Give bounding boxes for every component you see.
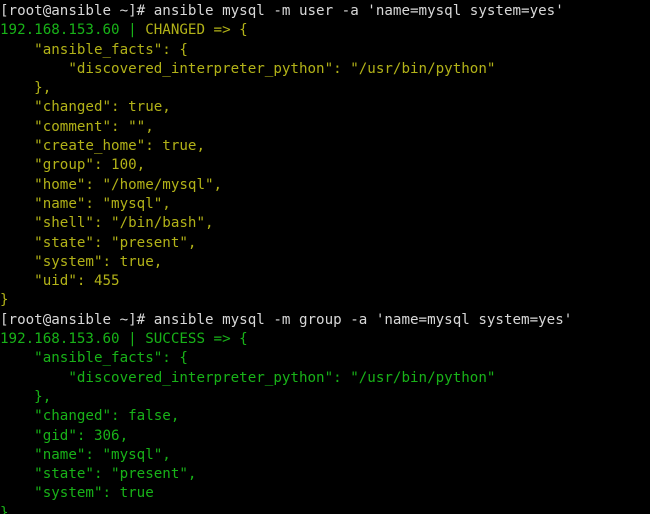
json-output-text: }, [0,80,52,97]
shell-prompt: [root@ansible ~]# [0,3,154,19]
terminal-json-line: "shell": "/bin/bash", [0,214,650,233]
host-address: 192.168.153.60 [0,22,120,39]
task-status-badge: CHANGED [145,22,206,39]
json-output-text: "ansible_facts": { [0,41,188,58]
terminal-host-status-line: 192.168.153.60 | CHANGED => { [0,21,650,40]
json-output-text: "state": "present", [0,234,197,251]
json-output-text: } [0,504,9,514]
json-output-text: "group": 100, [0,157,146,174]
host-address: 192.168.153.60 [0,331,120,348]
json-output-text: "changed": true, [0,99,171,116]
terminal-json-line: "ansible_facts": { [0,349,650,368]
terminal-json-line: "system": true [0,484,650,503]
json-output-text: "discovered_interpreter_python": "/usr/b… [0,369,496,386]
terminal-command-line: [root@ansible ~]# ansible mysql -m user … [0,2,650,21]
json-output-text: "create_home": true, [0,138,205,155]
terminal-json-line: "gid": 306, [0,427,650,446]
host-status-separator: | [119,22,146,39]
json-output-text: "home": "/home/mysql", [0,176,223,193]
terminal-json-line: "comment": "", [0,118,650,137]
json-output-text: } [0,292,9,309]
json-output-text: }, [0,388,52,405]
json-output-text: "comment": "", [0,118,154,135]
terminal-json-line: }, [0,388,650,407]
terminal-screen-buffer[interactable]: [root@ansible ~]# ansible mysql -m user … [0,2,650,514]
terminal-json-line: "changed": true, [0,98,650,117]
json-output-text: "shell": "/bin/bash", [0,215,214,232]
terminal-json-line: "discovered_interpreter_python": "/usr/b… [0,369,650,388]
terminal-command-line: [root@ansible ~]# ansible mysql -m group… [0,311,650,330]
terminal-json-line: "system": true, [0,253,650,272]
shell-command-text[interactable]: ansible mysql -m user -a 'name=mysql sys… [154,3,564,19]
terminal-json-line: "uid": 455 [0,272,650,291]
terminal-json-line: }, [0,79,650,98]
host-status-separator: | [119,331,146,348]
terminal-json-line: "group": 100, [0,156,650,175]
terminal-json-line: "changed": false, [0,407,650,426]
json-open-brace: => { [205,22,248,39]
json-output-text: "name": "mysql", [0,195,171,212]
json-output-text: "gid": 306, [0,427,129,444]
terminal-json-line: "create_home": true, [0,137,650,156]
terminal-json-line: "name": "mysql", [0,446,650,465]
json-output-text: "state": "present", [0,466,197,483]
json-output-text: "system": true [0,485,154,502]
terminal-json-line: "name": "mysql", [0,195,650,214]
terminal-json-line: } [0,291,650,310]
json-output-text: "uid": 455 [0,273,120,290]
json-output-text: "name": "mysql", [0,446,171,463]
terminal-json-line: "state": "present", [0,465,650,484]
terminal-json-line: "ansible_facts": { [0,41,650,60]
terminal-json-line: "home": "/home/mysql", [0,176,650,195]
task-status-badge: SUCCESS [145,331,206,348]
json-output-text: "discovered_interpreter_python": "/usr/b… [0,60,496,77]
json-output-text: "system": true, [0,253,163,270]
json-open-brace: => { [205,331,248,348]
terminal-window[interactable]: [root@ansible ~]# ansible mysql -m user … [0,0,650,514]
json-output-text: "changed": false, [0,408,180,425]
terminal-host-status-line: 192.168.153.60 | SUCCESS => { [0,330,650,349]
terminal-json-line: "discovered_interpreter_python": "/usr/b… [0,60,650,79]
json-output-text: "ansible_facts": { [0,350,188,367]
shell-prompt: [root@ansible ~]# [0,311,154,328]
terminal-json-line: } [0,504,650,514]
shell-command-text[interactable]: ansible mysql -m group -a 'name=mysql sy… [154,312,573,328]
terminal-json-line: "state": "present", [0,234,650,253]
